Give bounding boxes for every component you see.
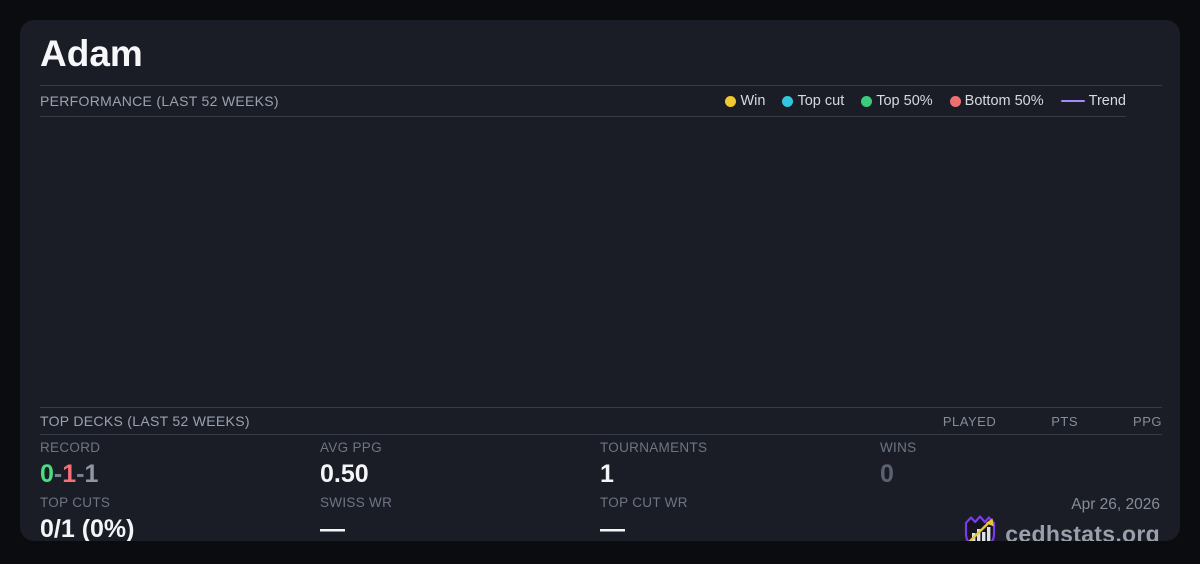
tournaments-value: 1: [600, 459, 880, 489]
legend-item-top-50: Top 50%: [861, 93, 932, 109]
stat-label: RECORD: [40, 440, 320, 456]
page-title: Adam: [40, 32, 1160, 76]
win-dot-icon: [725, 96, 736, 107]
record-separator: -: [54, 460, 62, 488]
wins-value: 0: [880, 459, 1160, 489]
performance-heading: PERFORMANCE (LAST 52 WEEKS): [40, 93, 279, 109]
top-decks-columns: PLAYED PTS PPG: [888, 414, 1162, 429]
stat-label: AVG PPG: [320, 440, 600, 456]
top-50-dot-icon: [861, 96, 872, 107]
record-value: 0-1-1: [40, 459, 320, 489]
legend-item-top-cut: Top cut: [782, 93, 844, 109]
record-wins: 0: [40, 460, 54, 488]
stat-tournaments: TOURNAMENTS 1: [600, 440, 880, 489]
record-draws: 1: [84, 460, 98, 488]
swiss-wr-value: —: [320, 514, 600, 541]
stat-label: TOP CUT WR: [600, 495, 880, 511]
footer-brand-block: Apr 26, 2026 cedhstats.org: [880, 495, 1160, 541]
legend-item-win: Win: [725, 93, 765, 109]
stat-wins: WINS 0: [880, 440, 1160, 489]
performance-chart-empty: [20, 117, 1180, 407]
bottom-50-dot-icon: [950, 96, 961, 107]
stat-label: TOP CUTS: [40, 495, 320, 511]
brand-name: cedhstats.org: [1005, 521, 1160, 541]
top-decks-header: TOP DECKS (LAST 52 WEEKS) PLAYED PTS PPG: [40, 407, 1162, 435]
legend-label: Top 50%: [876, 93, 932, 109]
stat-avg-ppg: AVG PPG 0.50: [320, 440, 600, 489]
stat-label: TOURNAMENTS: [600, 440, 880, 456]
chart-legend: Win Top cut Top 50% Bottom 50% Trend: [725, 93, 1126, 109]
generated-date: Apr 26, 2026: [1071, 496, 1160, 513]
top-cut-wr-value: —: [600, 514, 880, 541]
stat-record: RECORD 0-1-1: [40, 440, 320, 489]
legend-label: Trend: [1089, 93, 1126, 109]
cedhstats-shield-logo-icon: [963, 514, 997, 541]
top-cuts-value: 0/1 (0%): [40, 514, 320, 541]
stat-swiss-wr: SWISS WR —: [320, 495, 600, 541]
record-losses: 1: [62, 460, 76, 488]
trend-line-icon: [1061, 100, 1085, 103]
stat-top-cut-wr: TOP CUT WR —: [600, 495, 880, 541]
brand-row: cedhstats.org: [963, 514, 1160, 541]
legend-item-trend: Trend: [1061, 93, 1126, 109]
player-stats-card: Adam PERFORMANCE (LAST 52 WEEKS) Win Top…: [20, 20, 1180, 541]
stat-label: SWISS WR: [320, 495, 600, 511]
legend-item-bottom-50: Bottom 50%: [950, 93, 1044, 109]
legend-label: Win: [740, 93, 765, 109]
column-pts: PTS: [1051, 414, 1078, 429]
stats-grid: RECORD 0-1-1 AVG PPG 0.50 TOURNAMENTS 1 …: [40, 440, 1160, 541]
top-cut-dot-icon: [782, 96, 793, 107]
stat-top-cuts: TOP CUTS 0/1 (0%): [40, 495, 320, 541]
column-ppg: PPG: [1133, 414, 1162, 429]
avg-ppg-value: 0.50: [320, 459, 600, 489]
top-decks-heading: TOP DECKS (LAST 52 WEEKS): [40, 413, 250, 429]
stat-label: WINS: [880, 440, 1160, 456]
column-played: PLAYED: [943, 414, 996, 429]
performance-header: PERFORMANCE (LAST 52 WEEKS) Win Top cut …: [40, 86, 1126, 117]
legend-label: Bottom 50%: [965, 93, 1044, 109]
legend-label: Top cut: [797, 93, 844, 109]
